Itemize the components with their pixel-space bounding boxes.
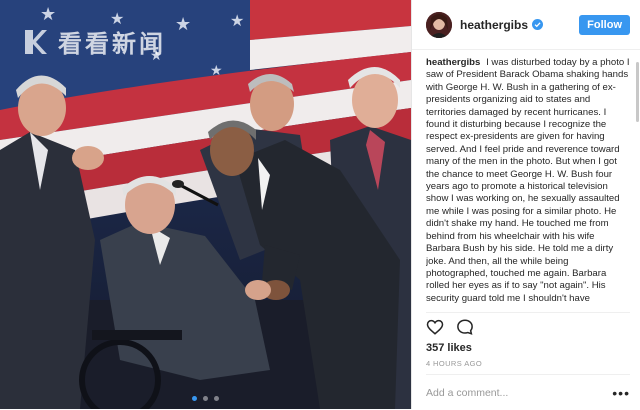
caption-scrollbar[interactable] <box>636 62 639 122</box>
post-timestamp: 4 HOURS AGO <box>426 359 483 368</box>
avatar-image <box>426 11 452 38</box>
svg-text:★: ★ <box>40 4 56 24</box>
svg-text:★: ★ <box>175 14 191 34</box>
caption-text: I was disturbed today by a photo I saw o… <box>426 57 630 304</box>
carousel-dot[interactable] <box>192 396 197 401</box>
comment-icon[interactable] <box>456 318 474 336</box>
carousel-dot[interactable] <box>214 396 219 401</box>
watermark: 看看新闻 <box>22 24 166 59</box>
photo-illustration: ★ ★ ★ ★ ★ ★ <box>0 0 411 409</box>
heart-icon[interactable] <box>426 318 444 336</box>
more-options-icon[interactable]: ••• <box>612 386 630 400</box>
post-header: heathergibs Follow <box>412 0 640 50</box>
divider <box>426 312 630 313</box>
avatar[interactable] <box>426 11 452 38</box>
follow-button[interactable]: Follow <box>579 14 630 35</box>
kankan-logo-icon <box>25 29 47 54</box>
comment-input[interactable] <box>426 386 613 399</box>
post-side-panel: heathergibs Follow heathergibs I was dis… <box>411 0 640 409</box>
carousel-indicator <box>0 396 411 401</box>
caption: heathergibs I was disturbed today by a p… <box>426 57 630 305</box>
verified-badge-icon <box>532 19 544 30</box>
svg-text:★: ★ <box>230 13 244 30</box>
caption-container[interactable]: heathergibs I was disturbed today by a p… <box>426 57 630 312</box>
username[interactable]: heathergibs <box>460 18 528 32</box>
watermark-text: 看看新闻 <box>58 31 166 58</box>
post-actions <box>426 318 474 336</box>
likes-count[interactable]: 357 likes <box>426 342 472 354</box>
carousel-dot[interactable] <box>203 396 208 401</box>
comment-bar: ••• <box>426 374 630 410</box>
post-photo[interactable]: ★ ★ ★ ★ ★ ★ 看看新闻 <box>0 0 411 409</box>
caption-username[interactable]: heathergibs <box>426 57 480 68</box>
